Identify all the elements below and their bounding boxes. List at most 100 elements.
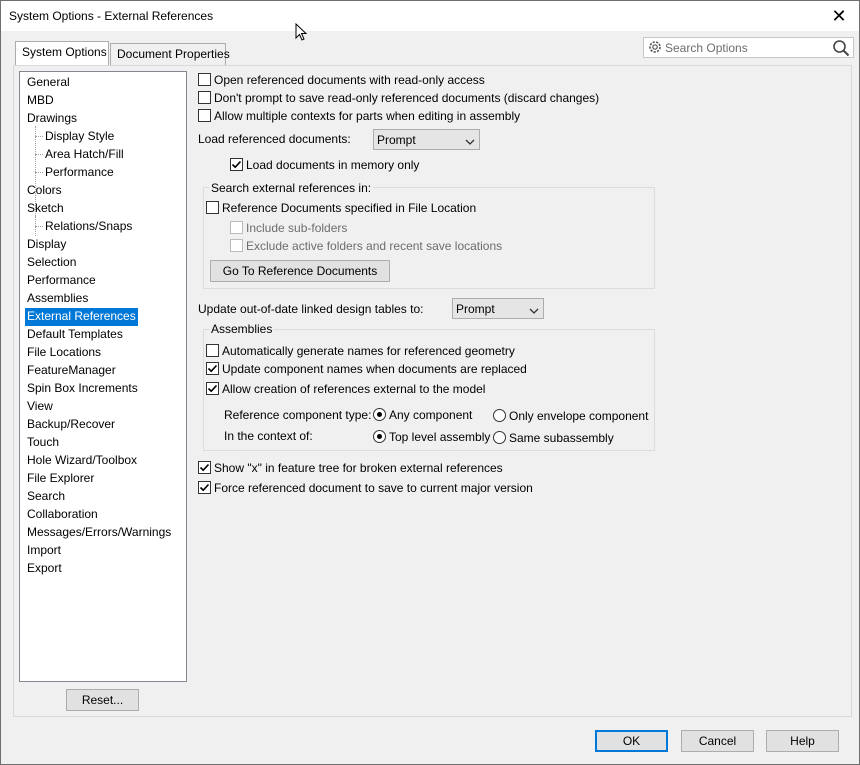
tree-item-selection[interactable]: Selection <box>25 254 78 272</box>
tree-item-messages-errors-warnings[interactable]: Messages/Errors/Warnings <box>25 524 173 542</box>
tree-item-colors[interactable]: Colors <box>25 182 64 200</box>
tree-item-mbd[interactable]: MBD <box>25 92 56 110</box>
include-subfolders-checkbox[interactable] <box>230 221 243 234</box>
force-save-label: Force referenced document to save to cur… <box>214 481 533 495</box>
tree-item-assemblies[interactable]: Assemblies <box>25 290 90 308</box>
cancel-button[interactable]: Cancel <box>681 730 754 752</box>
tree-item-external-references[interactable]: External References <box>24 307 139 327</box>
go-to-reference-documents-button[interactable]: Go To Reference Documents <box>210 260 390 282</box>
load-memory-label: Load documents in memory only <box>246 158 420 172</box>
tree-connector <box>35 154 43 155</box>
dont-prompt-label: Don't prompt to save read-only reference… <box>214 91 600 105</box>
window-title: System Options - External References <box>9 9 214 23</box>
allow-external-checkbox[interactable] <box>206 382 219 395</box>
dont-prompt-checkbox[interactable] <box>198 91 211 104</box>
checkmark-icon <box>207 364 218 373</box>
checkmark-icon <box>231 160 242 169</box>
any-component-radio[interactable] <box>373 408 386 421</box>
checkmark-icon <box>199 483 210 492</box>
tree-item-touch[interactable]: Touch <box>25 434 61 452</box>
tab-system-options[interactable]: System Options <box>15 41 109 65</box>
tree-item-drawings[interactable]: Drawings <box>25 110 79 128</box>
tree-item-display-style[interactable]: Display Style <box>43 128 116 146</box>
search-icon[interactable] <box>832 39 850 60</box>
auto-names-label: Automatically generate names for referen… <box>222 344 515 358</box>
reference-type-label: Reference component type: <box>224 408 372 422</box>
radio-dot <box>377 412 382 417</box>
context-label: In the context of: <box>224 429 313 443</box>
same-subassembly-radio[interactable] <box>493 431 506 444</box>
search-options-input[interactable]: Search Options <box>643 37 854 58</box>
tree-item-collaboration[interactable]: Collaboration <box>25 506 100 524</box>
close-icon[interactable]: ✕ <box>827 4 851 28</box>
exclude-active-label: Exclude active folders and recent save l… <box>246 239 503 253</box>
top-level-label: Top level assembly <box>389 430 491 444</box>
reference-documents-checkbox[interactable] <box>206 201 219 214</box>
chevron-down-icon <box>465 135 475 149</box>
tree-item-hole-wizard-toolbox[interactable]: Hole Wizard/Toolbox <box>25 452 139 470</box>
tree-item-display[interactable]: Display <box>25 236 68 254</box>
reference-documents-label: Reference Documents specified in File Lo… <box>222 201 477 215</box>
chevron-down-icon <box>529 304 539 318</box>
search-placeholder: Search Options <box>665 41 748 55</box>
checkmark-icon <box>207 384 218 393</box>
tree-item-export[interactable]: Export <box>25 560 64 578</box>
tree-item-backup-recover[interactable]: Backup/Recover <box>25 416 117 434</box>
tab-label: System Options <box>22 45 107 59</box>
tree-item-default-templates[interactable]: Default Templates <box>25 326 125 344</box>
tree-item-import[interactable]: Import <box>25 542 63 560</box>
same-subassembly-label: Same subassembly <box>509 431 614 445</box>
tree-connector <box>35 172 43 173</box>
tree-item-relations-snaps[interactable]: Relations/Snaps <box>43 218 134 236</box>
title-bar: System Options - External References ✕ <box>1 1 859 31</box>
tree-item-performance[interactable]: Performance <box>25 272 98 290</box>
exclude-active-checkbox[interactable] <box>230 239 243 252</box>
multiple-contexts-checkbox[interactable] <box>198 109 211 122</box>
update-names-checkbox[interactable] <box>206 362 219 375</box>
design-tables-label: Update out-of-date linked design tables … <box>198 302 424 316</box>
any-component-label: Any component <box>389 408 473 422</box>
tree-item-file-locations[interactable]: File Locations <box>25 344 103 362</box>
system-options-dialog: System Options - External References ✕ S… <box>0 0 860 765</box>
options-tree: General MBD Drawings Display Style Area … <box>19 71 187 682</box>
tree-item-drawings-performance[interactable]: Performance <box>43 164 116 182</box>
auto-names-checkbox[interactable] <box>206 344 219 357</box>
assemblies-group-title: Assemblies <box>209 322 275 336</box>
tree-item-area-hatch-fill[interactable]: Area Hatch/Fill <box>43 146 126 164</box>
tab-label: Document Properties <box>117 47 230 61</box>
gear-icon[interactable] <box>647 39 663 58</box>
multiple-contexts-label: Allow multiple contexts for parts when e… <box>214 109 521 123</box>
mouse-cursor-icon <box>295 22 308 45</box>
load-referenced-select[interactable]: Prompt <box>373 129 480 150</box>
help-button[interactable]: Help <box>766 730 839 752</box>
show-x-label: Show "x" in feature tree for broken exte… <box>214 461 503 475</box>
open-readonly-label: Open referenced documents with read-only… <box>214 73 485 87</box>
envelope-only-label: Only envelope component <box>509 409 649 423</box>
load-memory-checkbox[interactable] <box>230 158 243 171</box>
load-referenced-value: Prompt <box>377 133 416 147</box>
reset-button[interactable]: Reset... <box>66 689 139 711</box>
ok-button[interactable]: OK <box>595 730 668 752</box>
tree-item-file-explorer[interactable]: File Explorer <box>25 470 96 488</box>
tree-item-sketch[interactable]: Sketch <box>25 200 66 218</box>
tree-item-general[interactable]: General <box>25 74 72 92</box>
include-subfolders-label: Include sub-folders <box>246 221 348 235</box>
force-save-checkbox[interactable] <box>198 481 211 494</box>
allow-external-label: Allow creation of references external to… <box>222 382 486 396</box>
tree-item-spin-box-increments[interactable]: Spin Box Increments <box>25 380 140 398</box>
tree-item-featuremanager[interactable]: FeatureManager <box>25 362 118 380</box>
show-x-checkbox[interactable] <box>198 461 211 474</box>
envelope-only-radio[interactable] <box>493 409 506 422</box>
tab-document-properties[interactable]: Document Properties <box>110 43 230 65</box>
checkmark-icon <box>199 463 210 472</box>
tree-connector <box>35 226 43 227</box>
search-external-group-title: Search external references in: <box>209 181 374 195</box>
tree-item-search[interactable]: Search <box>25 488 67 506</box>
tree-connector <box>35 136 43 137</box>
design-tables-value: Prompt <box>456 302 495 316</box>
load-referenced-label: Load referenced documents: <box>198 132 351 146</box>
open-readonly-checkbox[interactable] <box>198 73 211 86</box>
tree-item-view[interactable]: View <box>25 398 55 416</box>
top-level-radio[interactable] <box>373 430 386 443</box>
design-tables-select[interactable]: Prompt <box>452 298 544 319</box>
